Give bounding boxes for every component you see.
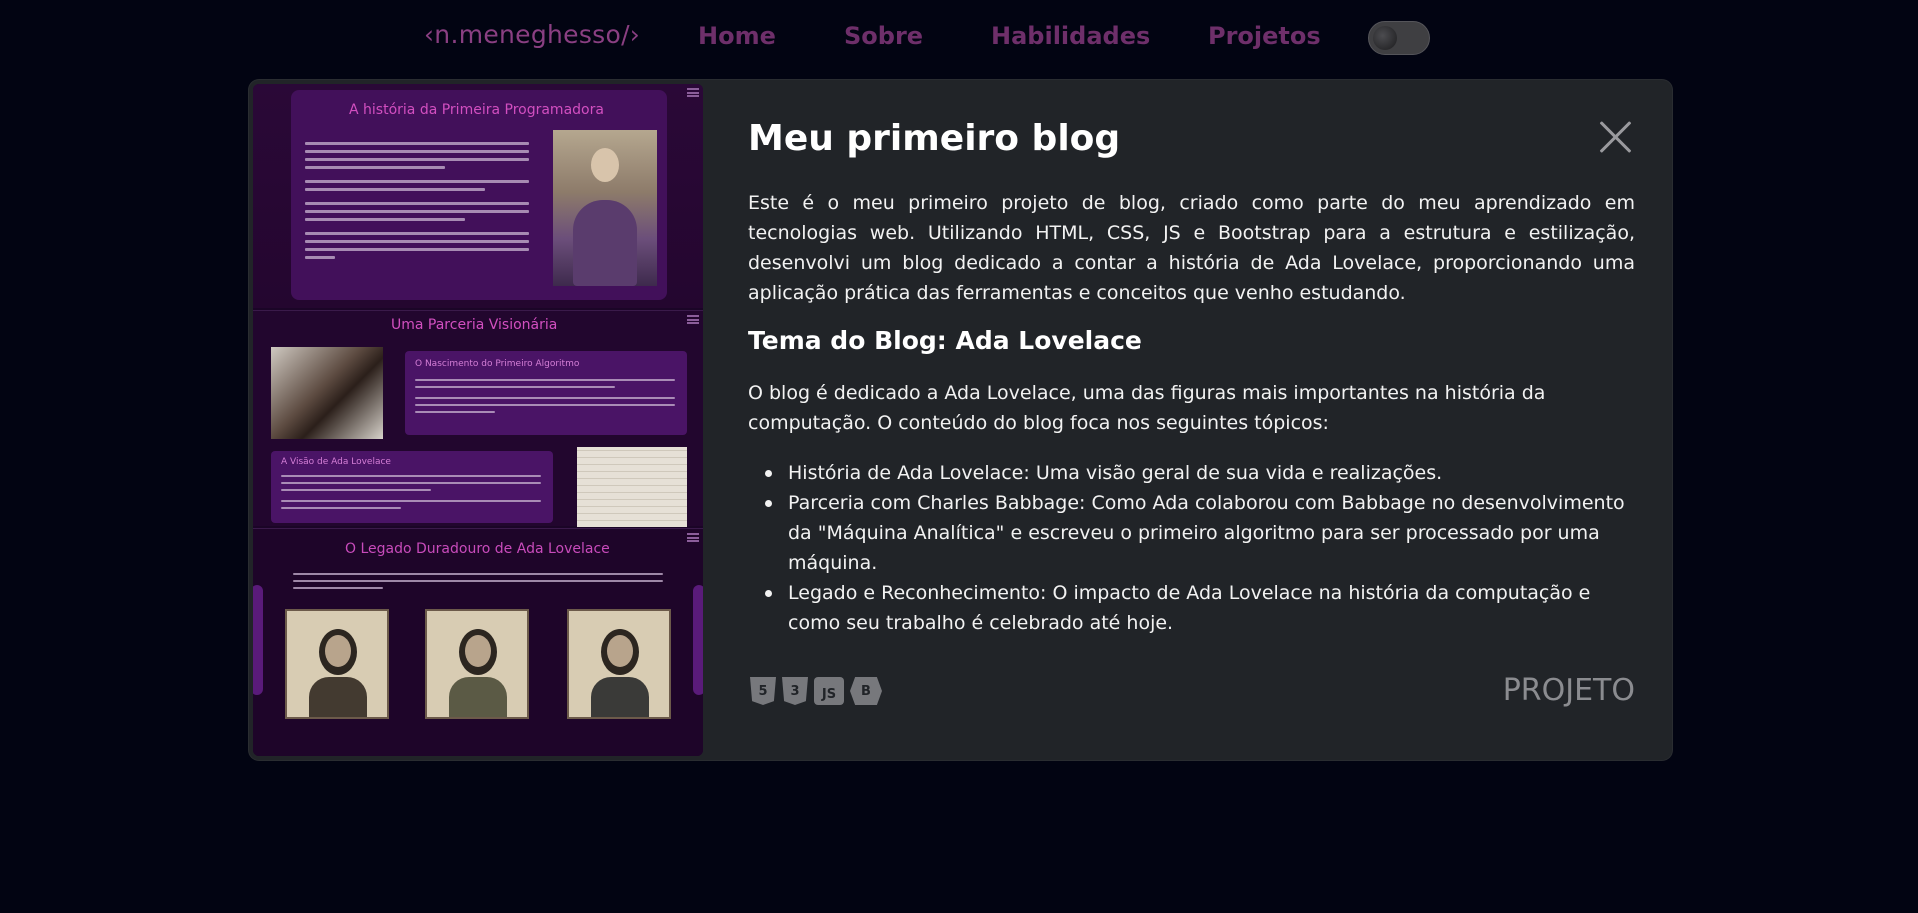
javascript-icon: JS xyxy=(814,677,844,705)
legacy-photo-1 xyxy=(285,609,389,719)
modal-title: Meu primeiro blog xyxy=(748,118,1121,159)
html5-icon: 5 xyxy=(750,677,776,705)
project-type-label: PROJETO xyxy=(1502,673,1635,708)
css3-icon: 3 xyxy=(782,677,808,705)
tech-stack-icons: 5 3 JS B xyxy=(750,677,882,705)
list-item: Parceria com Charles Babbage: Como Ada c… xyxy=(748,488,1635,578)
theme-toggle[interactable] xyxy=(1368,21,1430,55)
preview-section-partnership: Uma Parceria Visionária O Nascimento do … xyxy=(253,310,703,527)
ada-lovelace-portrait xyxy=(553,130,657,286)
nav-link-habilidades[interactable]: Habilidades xyxy=(991,22,1150,50)
preview-history-card: A história da Primeira Programadora xyxy=(291,90,667,300)
hamburger-icon xyxy=(687,88,699,97)
legacy-photo-3 xyxy=(567,609,671,719)
moon-icon xyxy=(1373,26,1397,50)
preview-legacy-title: O Legado Duradouro de Ada Lovelace xyxy=(345,541,610,557)
preview-section-legacy: O Legado Duradouro de Ada Lovelace xyxy=(253,528,703,756)
nav-link-projetos[interactable]: Projetos xyxy=(1208,22,1321,50)
preview-section-history: A história da Primeira Programadora xyxy=(253,84,703,308)
project-modal: A história da Primeira Programadora Uma xyxy=(249,80,1672,760)
preview-vision-title: A Visão de Ada Lovelace xyxy=(281,457,391,467)
blog-description: O blog é dedicado a Ada Lovelace, uma da… xyxy=(748,382,1546,434)
algorithm-table-image xyxy=(577,447,687,527)
list-item: Legado e Reconhecimento: O impacto de Ad… xyxy=(748,578,1635,638)
brand-logo[interactable]: ‹n.meneghesso/› xyxy=(424,20,640,49)
modal-content: Meu primeiro blog Este é o meu primeiro … xyxy=(748,80,1635,760)
project-preview-image: A história da Primeira Programadora Uma xyxy=(253,84,703,756)
preview-vision-card: A Visão de Ada Lovelace xyxy=(271,451,553,523)
blog-theme-heading: Tema do Blog: Ada Lovelace xyxy=(748,326,1142,355)
preview-history-title: A história da Primeira Programadora xyxy=(349,102,604,118)
top-navbar: ‹n.meneghesso/› Home Sobre Habilidades P… xyxy=(0,0,1918,78)
preview-partnership-title: Uma Parceria Visionária xyxy=(391,317,558,333)
preview-algorithm-title: O Nascimento do Primeiro Algoritmo xyxy=(415,359,580,369)
hamburger-icon xyxy=(687,533,699,542)
nav-link-sobre[interactable]: Sobre xyxy=(844,22,923,50)
bootstrap-icon: B xyxy=(850,677,882,705)
analytical-engine-image xyxy=(271,347,383,439)
nav-link-home[interactable]: Home xyxy=(698,22,776,50)
preview-algorithm-card: O Nascimento do Primeiro Algoritmo xyxy=(405,351,687,435)
legacy-photo-2 xyxy=(425,609,529,719)
list-item: História de Ada Lovelace: Uma visão gera… xyxy=(748,458,1635,488)
project-intro: Este é o meu primeiro projeto de blog, c… xyxy=(748,192,1635,304)
hamburger-icon xyxy=(687,315,699,324)
close-icon[interactable] xyxy=(1598,120,1632,154)
topics-list: História de Ada Lovelace: Uma visão gera… xyxy=(748,458,1635,638)
